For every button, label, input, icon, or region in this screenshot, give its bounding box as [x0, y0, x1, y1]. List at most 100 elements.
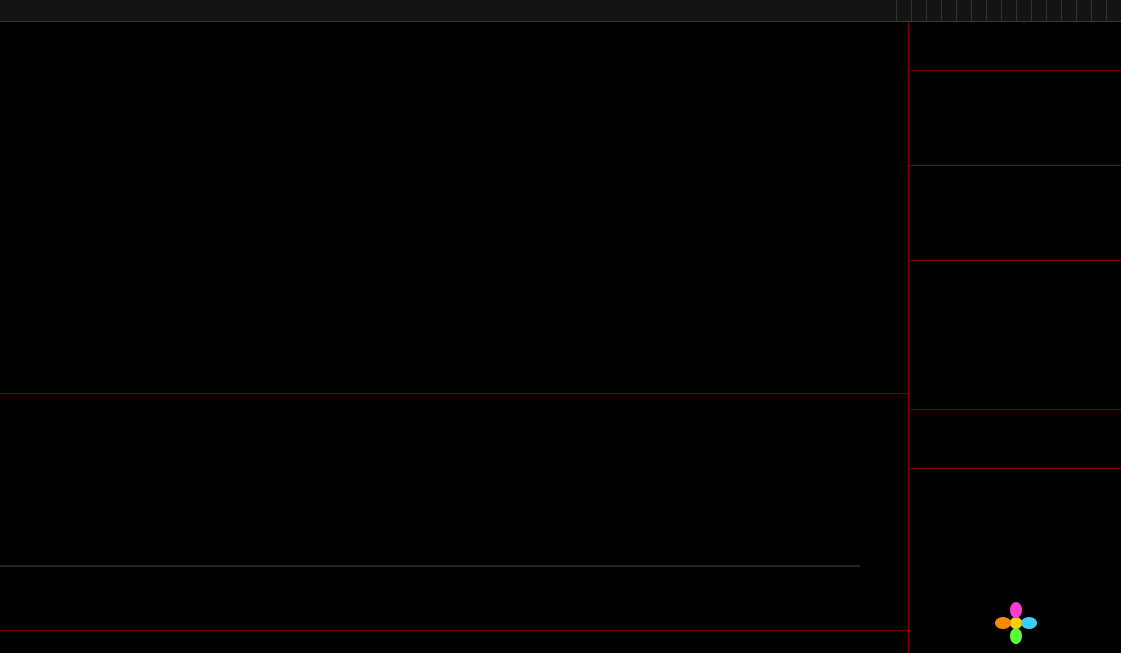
status-line: [909, 448, 1121, 466]
toolbar: [0, 0, 1121, 22]
chart-area[interactable]: [0, 22, 908, 653]
tick-price: [951, 489, 1015, 507]
tick-side: [1101, 507, 1117, 525]
order-book-volume: [1015, 204, 1117, 222]
tick-time: [913, 489, 951, 507]
function-tab[interactable]: [1106, 0, 1121, 21]
order-book-row: [909, 127, 1121, 145]
stat-value: [951, 389, 1015, 407]
trade-status: [909, 412, 1121, 466]
indicator-panel[interactable]: [0, 396, 908, 630]
stat-label: [1023, 299, 1061, 317]
tick-row: [909, 489, 1121, 507]
status-line: [909, 412, 1121, 430]
order-book-price: [951, 127, 1015, 145]
period-tab[interactable]: [70, 0, 84, 21]
order-book-label: [913, 145, 951, 163]
period-tab[interactable]: [84, 0, 98, 21]
order-book-row: [909, 145, 1121, 163]
function-tab[interactable]: [1091, 0, 1106, 21]
period-tab[interactable]: [56, 0, 70, 21]
stat-value: [1061, 353, 1117, 371]
stat-label: [913, 299, 951, 317]
stat-label: [1023, 371, 1061, 389]
stat-value: [951, 353, 1015, 371]
function-tab[interactable]: [896, 0, 911, 21]
tick-price: [951, 543, 1015, 561]
function-tab[interactable]: [1046, 0, 1061, 21]
function-tab[interactable]: [926, 0, 941, 21]
indicator-header: [0, 398, 860, 414]
stat-value: [1061, 263, 1117, 281]
stat-row: [909, 389, 1121, 407]
stat-row: [909, 263, 1121, 281]
tick-price: [951, 525, 1015, 543]
function-tab[interactable]: [911, 0, 926, 21]
tick-row: [909, 543, 1121, 561]
tick-list[interactable]: [909, 471, 1121, 561]
quote-panel: [908, 22, 1121, 653]
tick-side: [1101, 543, 1117, 561]
function-tab[interactable]: [941, 0, 956, 21]
order-book-volume: [1015, 222, 1117, 240]
stat-row: [909, 317, 1121, 335]
order-book-volume: [1015, 109, 1117, 127]
stat-label: [1023, 389, 1061, 407]
order-book-price: [951, 73, 1015, 91]
tick-row: [909, 507, 1121, 525]
stat-label: [913, 389, 951, 407]
order-book-price: [951, 186, 1015, 204]
function-tabs: [355, 0, 1121, 21]
stat-label: [1023, 263, 1061, 281]
order-book-volume: [1015, 91, 1117, 109]
tick-volume: [1015, 543, 1101, 561]
order-book-label: [913, 91, 951, 109]
function-tab[interactable]: [956, 0, 971, 21]
tick-time: [913, 471, 951, 489]
order-book-volume: [1015, 127, 1117, 145]
divider: [909, 260, 1121, 261]
kline-panel[interactable]: [0, 22, 908, 394]
period-tabs: [0, 0, 355, 21]
order-book-volume: [1015, 145, 1117, 163]
function-tab[interactable]: [971, 0, 986, 21]
period-tab[interactable]: [42, 0, 56, 21]
function-tab[interactable]: [1001, 0, 1016, 21]
stat-value: [1061, 317, 1117, 335]
order-book-label: [913, 168, 951, 186]
stat-label: [1023, 353, 1061, 371]
stat-row: [909, 281, 1121, 299]
function-tab[interactable]: [1016, 0, 1031, 21]
function-tab[interactable]: [1031, 0, 1046, 21]
order-book-volume: [1015, 168, 1117, 186]
order-book-row: [909, 91, 1121, 109]
stat-label: [913, 317, 951, 335]
stat-value: [951, 317, 1015, 335]
stat-label: [1023, 317, 1061, 335]
period-tab[interactable]: [14, 0, 28, 21]
order-book-row: [909, 186, 1121, 204]
stat-value: [951, 335, 1015, 353]
quote-stats: [909, 263, 1121, 407]
order-book-label: [913, 240, 951, 258]
stat-label: [913, 335, 951, 353]
stat-row: [909, 371, 1121, 389]
order-book-label: [913, 109, 951, 127]
date-axis: [0, 630, 908, 653]
order-book-label: [913, 222, 951, 240]
period-tab[interactable]: [0, 0, 14, 21]
order-book-row: [909, 240, 1121, 258]
order-book-label: [913, 127, 951, 145]
order-book-price: [951, 222, 1015, 240]
function-tab[interactable]: [1076, 0, 1091, 21]
period-tab[interactable]: [28, 0, 42, 21]
order-book-row: [909, 73, 1121, 91]
order-book-price: [951, 168, 1015, 186]
stock-title: [909, 22, 1121, 44]
function-tab[interactable]: [1061, 0, 1076, 21]
function-tab[interactable]: [986, 0, 1001, 21]
price-line: [909, 44, 1121, 68]
concept-line: [0, 42, 860, 58]
kline-header: [0, 24, 860, 40]
order-book-volume: [1015, 73, 1117, 91]
